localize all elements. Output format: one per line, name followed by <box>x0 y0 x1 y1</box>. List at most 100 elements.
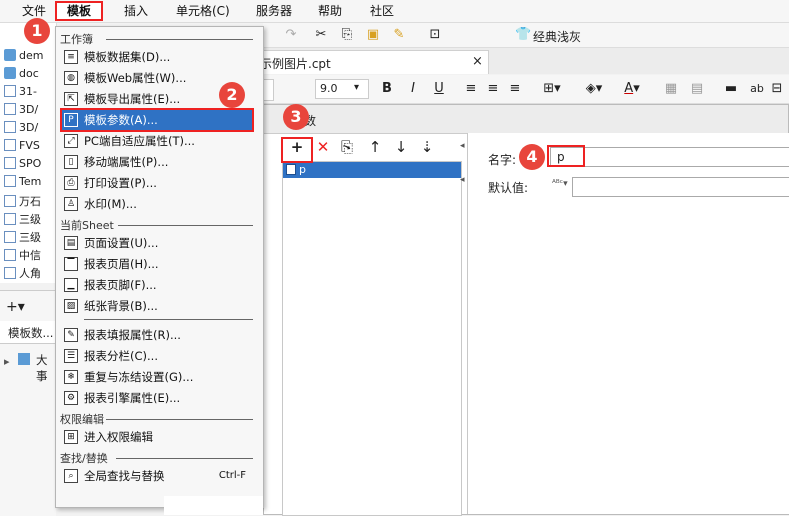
align-center-icon[interactable]: ≡ <box>485 79 501 99</box>
tree-item[interactable]: 3D/ <box>4 103 38 119</box>
move-up-icon[interactable]: ↑ <box>366 138 384 156</box>
close-icon[interactable]: × <box>472 54 483 69</box>
merge-icon[interactable]: ▦ <box>663 79 679 99</box>
menu-item-label: 模板数据集(D)... <box>84 50 171 64</box>
dataset-item[interactable]: 大事 <box>36 352 56 384</box>
italic-button[interactable]: I <box>405 79 421 99</box>
tree-item[interactable]: FVS <box>4 139 40 155</box>
menu-help[interactable]: 帮助 <box>318 3 342 19</box>
expand-arrow-icon[interactable]: ▸ <box>4 355 10 368</box>
menu-item[interactable]: ▁ 报表页脚(F)... <box>62 275 252 295</box>
collapse-icon[interactable]: ◂ <box>460 141 465 151</box>
menu-template[interactable]: 模板 <box>67 3 91 19</box>
menu-item[interactable]: ▔ 报表页眉(H)... <box>62 254 252 274</box>
tab-example-image[interactable]: 示例图片.cpt × <box>260 50 489 74</box>
menu-item[interactable]: ♙ 水印(M)... <box>62 194 252 214</box>
footer-icon: ▁ <box>64 278 78 292</box>
copy-parameter-icon[interactable]: ⎘ <box>338 138 356 156</box>
unmerge-icon[interactable]: ▤ <box>689 79 705 99</box>
sort-icon[interactable]: ⇣ <box>418 138 436 156</box>
page-setup-icon: ▤ <box>64 236 78 250</box>
collapse-icon[interactable]: ◂ <box>460 175 465 185</box>
menu-item[interactable]: ❄ 重复与冻结设置(G)... <box>62 367 252 387</box>
add-dataset-button[interactable]: +▾ <box>6 299 25 315</box>
tree-item[interactable]: 万石 <box>4 193 41 209</box>
folder-icon <box>4 67 16 79</box>
tree-item[interactable]: 中信 <box>4 247 41 263</box>
menu-file[interactable]: 文件 <box>22 3 46 19</box>
menu-separator <box>84 319 253 320</box>
menu-community[interactable]: 社区 <box>370 3 394 19</box>
menu-item[interactable]: ▤ 页面设置(U)... <box>62 233 252 253</box>
font-color-icon[interactable]: A▾ <box>619 79 645 99</box>
text-style-button[interactable]: ab <box>749 79 765 99</box>
menu-item[interactable]: ▨ 纸张背景(B)... <box>62 296 252 316</box>
folder-icon <box>4 49 16 61</box>
fill-color-icon[interactable]: ◈▾ <box>581 79 607 99</box>
name-field-highlight <box>547 145 585 167</box>
menu-server[interactable]: 服务器 <box>256 3 292 19</box>
tree-item-label: FVS <box>19 139 40 152</box>
step-badge: 3 <box>283 104 309 130</box>
dataset-icon <box>18 353 30 365</box>
tree-item-label: 3D/ <box>19 121 39 134</box>
align-right-icon[interactable]: ≡ <box>507 79 523 99</box>
menu-item[interactable]: ⊞ 进入权限编辑 <box>62 427 252 447</box>
cut-icon[interactable]: ✂ <box>313 25 329 45</box>
menu-section-header: 工作簿 <box>60 33 93 46</box>
tree-item-label: 三级 <box>19 213 41 226</box>
font-name-field[interactable] <box>263 79 274 101</box>
tree-item[interactable]: doc <box>4 67 39 83</box>
menu-item[interactable]: ▯ 移动端属性(P)... <box>62 152 252 172</box>
paste-icon[interactable]: ▣ <box>365 25 381 45</box>
classic-theme-button[interactable]: 经典浅灰 <box>533 28 581 45</box>
menu-item[interactable]: ⌕ 全局查找与替换 Ctrl-F <box>62 466 252 486</box>
menu-item-label: 打印设置(P)... <box>84 176 157 190</box>
file-icon <box>4 195 16 207</box>
tree-item[interactable]: 三级 <box>4 211 41 227</box>
tree-item[interactable]: dem <box>4 49 43 65</box>
move-down-icon[interactable]: ↓ <box>392 138 410 156</box>
sheet-gutter <box>164 496 263 515</box>
menu-item[interactable]: ✎ 报表填报属性(R)... <box>62 325 252 345</box>
tree-item[interactable]: SPO <box>4 157 41 173</box>
tree-item[interactable]: 人角 <box>4 265 41 281</box>
format-toolbar: 9.0 ▾ B I U ≡ ≡ ≡ ⊞▾ ◈▾ A▾ ▦ ▤ ▬ ab ⊟ <box>263 75 789 104</box>
tree-item-label: 人角 <box>19 267 41 280</box>
underline-button[interactable]: U <box>431 79 447 99</box>
name-input[interactable]: p <box>550 147 789 167</box>
copy-icon[interactable]: ⎘ <box>339 25 355 45</box>
menu-item[interactable]: ☰ 报表分栏(C)... <box>62 346 252 366</box>
tree-item[interactable]: 三级 <box>4 229 41 245</box>
dataset-tab[interactable]: 模板数... <box>8 325 53 341</box>
menu-insert[interactable]: 插入 <box>124 3 148 19</box>
preview-icon[interactable]: ⊡ <box>427 25 443 45</box>
menu-separator <box>106 39 253 40</box>
tree-item[interactable]: 31- <box>4 85 37 101</box>
format-brush-icon[interactable]: ✎ <box>391 25 407 45</box>
abc-type-icon[interactable]: ᴬᴮᶜ▾ <box>552 179 568 189</box>
file-icon <box>4 267 16 279</box>
menu-section-header: 权限编辑 <box>60 413 104 426</box>
default-value-input[interactable] <box>572 177 789 197</box>
menu-item[interactable]: ≡ 模板数据集(D)... <box>62 47 252 67</box>
menu-item[interactable]: ⤢ PC端自适应属性(T)... <box>62 131 252 151</box>
bold-button[interactable]: B <box>379 79 395 99</box>
redo-icon[interactable]: ↷ <box>283 25 299 45</box>
theme-icon[interactable]: 👕 <box>515 25 531 45</box>
align-left-icon[interactable]: ≡ <box>463 79 479 99</box>
font-size-select[interactable]: 9.0 ▾ <box>315 79 369 99</box>
border-icon[interactable]: ⊞▾ <box>539 79 565 99</box>
step-badge: 1 <box>24 18 50 44</box>
menu-cell[interactable]: 单元格(C) <box>176 3 230 19</box>
insert-row-icon[interactable]: ▬ <box>723 79 739 99</box>
more-icon[interactable]: ⊟ <box>769 79 785 99</box>
menu-item[interactable]: ⎙ 打印设置(P)... <box>62 173 252 193</box>
delete-icon[interactable]: ✕ <box>314 138 332 156</box>
tree-item[interactable]: Tem <box>4 175 41 191</box>
parameter-list-item[interactable]: p <box>283 162 461 178</box>
tree-item[interactable]: 3D/ <box>4 121 38 137</box>
menu-item-label: 进入权限编辑 <box>84 430 153 444</box>
menu-item[interactable]: ⚙ 报表引擎属性(E)... <box>62 388 252 408</box>
menu-item[interactable]: P 模板参数(A)... <box>60 108 254 132</box>
